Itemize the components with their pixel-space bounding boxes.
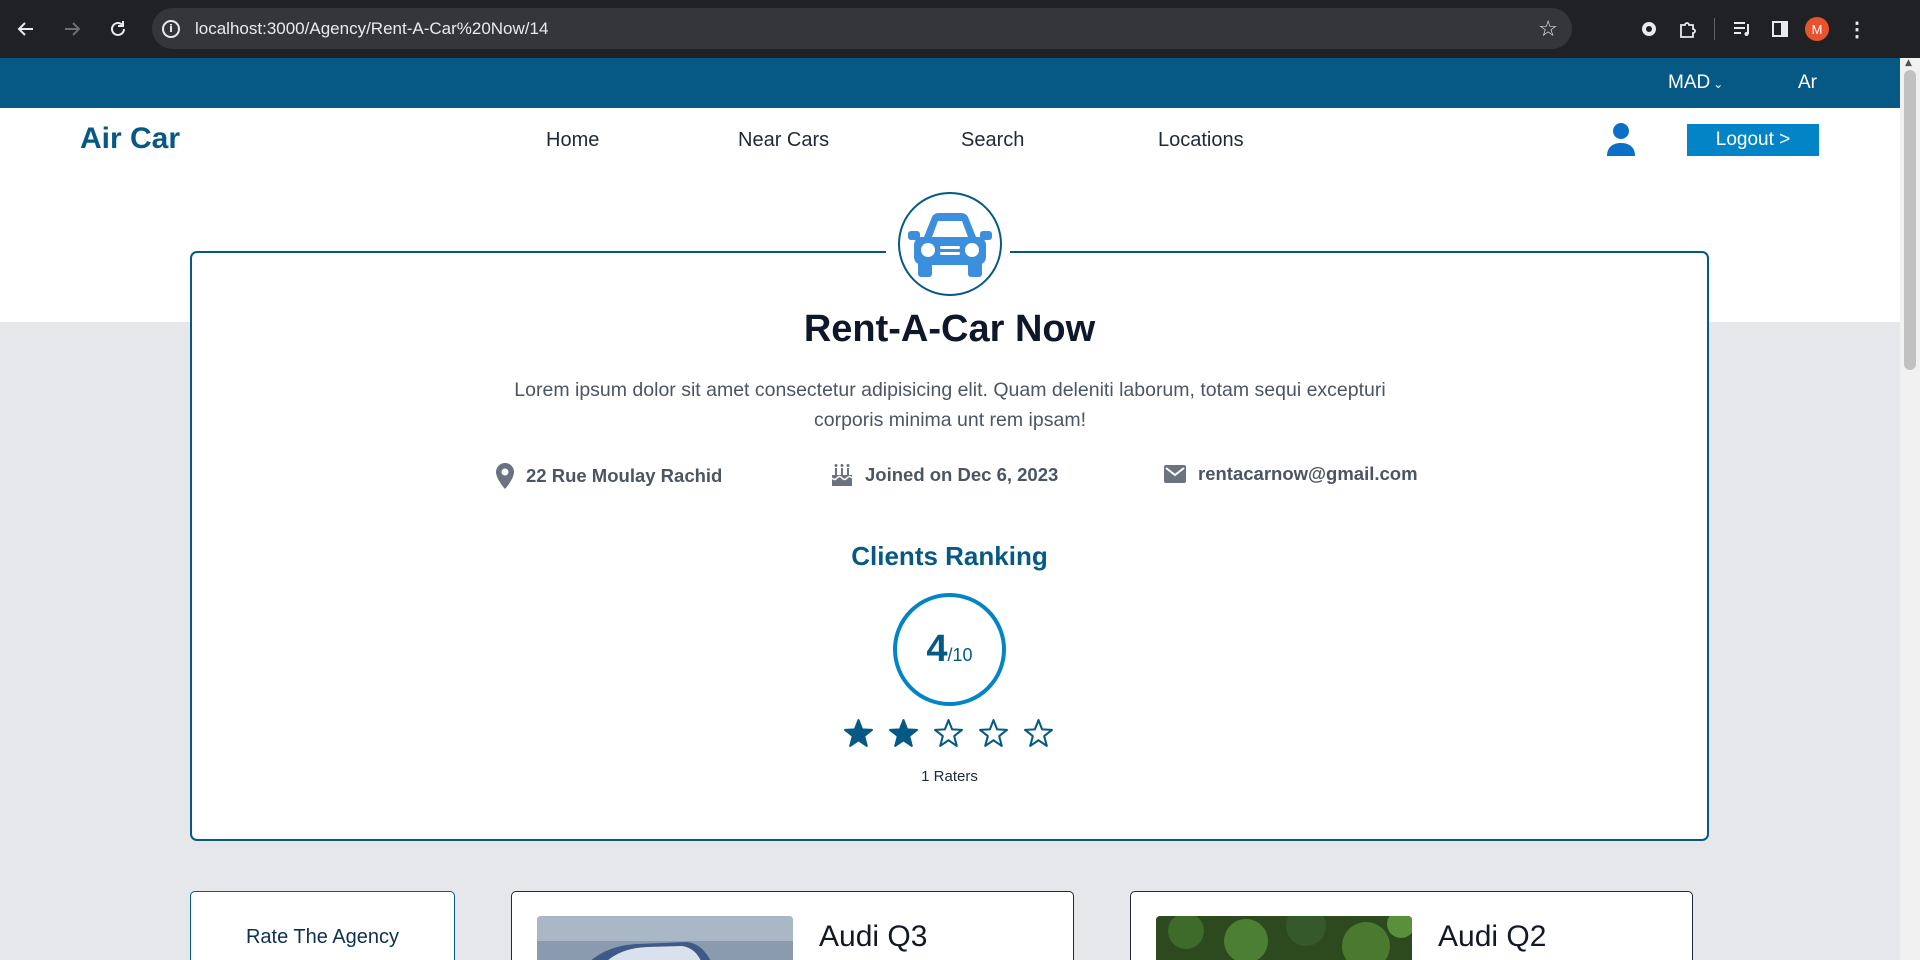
mail-icon [1164,465,1186,483]
address-bar[interactable]: i localhost:3000/Agency/Rent-A-Car%20Now… [152,8,1572,49]
star-filled-icon[interactable] [888,718,919,748]
rate-agency-label: Rate The Agency [245,926,400,948]
forward-icon[interactable] [54,11,90,47]
joined-text: Joined on Dec 6, 2023 [865,464,1059,485]
reload-icon[interactable] [100,11,136,47]
scroll-up-icon[interactable]: ▲ [1905,58,1912,68]
car-title: Audi Q2 [1438,920,1547,953]
car-card[interactable]: Audi Q3 [511,891,1074,960]
chevron-down-icon: ⌄ [1713,77,1724,91]
currency-label: MAD [1668,72,1711,93]
star-outline-icon[interactable] [978,718,1009,748]
currency-selector[interactable]: MAD ⌄ [1668,72,1723,94]
location-pin-icon [496,463,514,489]
ranking-max: /10 [947,645,973,665]
rate-agency-card[interactable]: Rate The Agency [190,891,455,960]
side-panel-icon[interactable] [1761,12,1799,46]
brand-logo[interactable]: Air Car [80,122,180,156]
address-text: 22 Rue Moulay Rachid [526,465,723,486]
car-card[interactable]: Audi Q2 [1130,891,1693,960]
browser-toolbar: i localhost:3000/Agency/Rent-A-Car%20Now… [0,0,1920,58]
agency-joined: Joined on Dec 6, 2023 [831,463,1058,487]
user-icon[interactable] [1606,122,1636,156]
clients-ranking-title: Clients Ranking [851,541,1048,571]
agency-address: 22 Rue Moulay Rachid [496,463,722,489]
extensions-puzzle-icon[interactable] [1668,12,1706,46]
scrollbar-thumb[interactable] [1904,70,1916,370]
browser-menu-icon[interactable]: ⋮ [1847,17,1867,42]
page-scrollbar[interactable]: ▲ [1900,58,1920,960]
extension-circle-icon[interactable] [1630,12,1668,46]
car-image [1156,916,1412,960]
toolbar-divider [1714,18,1715,40]
bookmark-star-icon[interactable]: ☆ [1538,17,1558,42]
site-info-icon[interactable]: i [162,19,180,38]
logout-button[interactable]: Logout > [1687,124,1819,156]
ranking-score-circle: 4/10 [893,593,1006,706]
email-text[interactable]: rentacarnow@gmail.com [1198,463,1418,485]
media-queue-icon[interactable] [1723,12,1761,46]
language-switch[interactable]: Ar [1798,72,1817,94]
nav-locations[interactable]: Locations [1158,129,1244,152]
agency-email: rentacarnow@gmail.com [1164,463,1418,485]
profile-avatar[interactable]: M [1805,17,1829,41]
star-filled-icon[interactable] [843,718,874,748]
car-title: Audi Q3 [819,920,928,953]
back-icon[interactable] [8,11,44,47]
car-image [537,916,793,960]
raters-count: 1 Raters [921,768,978,785]
cake-icon [831,464,853,486]
nav-search[interactable]: Search [961,129,1024,152]
site-top-bar: MAD ⌄ Ar [0,58,1900,108]
car-icon [908,213,992,277]
agency-name: Rent-A-Car Now [803,308,1096,350]
nav-near-cars[interactable]: Near Cars [738,129,829,152]
star-rating[interactable] [843,718,1054,748]
agency-description: Lorem ipsum dolor sit amet consectetur a… [514,379,1386,431]
star-outline-icon[interactable] [1023,718,1054,748]
nav-home[interactable]: Home [546,129,599,152]
ranking-score: 4 [926,628,948,670]
url-text: localhost:3000/Agency/Rent-A-Car%20Now/1… [195,18,549,38]
star-outline-icon[interactable] [933,718,964,748]
agency-logo [898,192,1002,296]
